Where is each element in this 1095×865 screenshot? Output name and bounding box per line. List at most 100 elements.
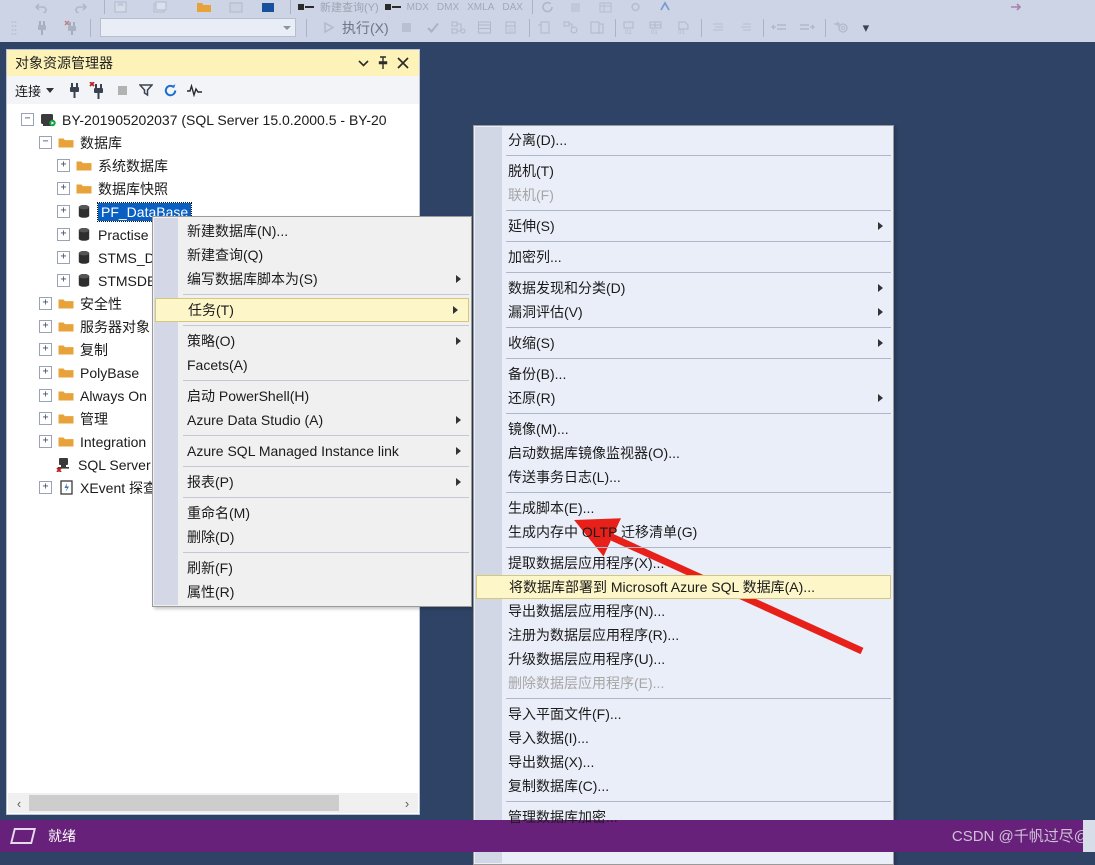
connect-plug-icon[interactable] [32,18,52,38]
drag-handle-icon[interactable] [4,18,24,38]
menu-item[interactable]: 复制数据库(C)... [474,774,893,798]
sql-blue-icon[interactable] [656,0,676,14]
menu-item-highlighted[interactable]: 将数据库部署到 Microsoft Azure SQL 数据库(A)... [476,575,891,599]
menu-item[interactable]: 提取数据层应用程序(X)... [474,551,893,575]
menu-item[interactable]: 新建查询(Q) [153,243,471,267]
menu-item[interactable]: 收缩(S) [474,331,893,355]
save-all-icon[interactable] [150,0,170,14]
disconnect-plug-icon[interactable] [86,79,110,101]
horizontal-scrollbar[interactable]: ‹ › [8,793,418,813]
tree-node[interactable]: − 数据库 [7,131,419,154]
menu-item[interactable]: 升级数据层应用程序(U)... [474,647,893,671]
menu-item[interactable]: 刷新(F) [153,556,471,580]
menu-item[interactable]: 漏洞评估(V) [474,300,893,324]
menu-item[interactable]: 属性(R) [153,580,471,604]
results-text-icon[interactable] [501,18,521,38]
connect-button-label[interactable]: 连接 [15,81,41,100]
pin-icon[interactable] [373,53,393,73]
chevron-down-icon[interactable] [353,53,373,73]
results-doc-icon[interactable]: 01 [673,18,693,38]
activity-monitor-icon[interactable] [182,79,206,101]
menu-item[interactable]: 导出数据(X)... [474,750,893,774]
help-icon[interactable] [1006,0,1026,14]
window-icon[interactable] [226,0,246,14]
menu-item[interactable]: 生成脚本(E)... [474,496,893,520]
connect-plug-icon[interactable] [62,79,86,101]
include-client-stats-icon[interactable] [561,18,581,38]
expand-expander-icon[interactable]: + [39,389,52,402]
database-combo[interactable] [100,18,296,37]
menu-item[interactable]: 还原(R) [474,386,893,410]
execute-icon[interactable] [318,18,338,38]
menu-item[interactable]: Facets(A) [153,353,471,377]
menu-item[interactable]: 生成内存中 OLTP 迁移清单(G) [474,520,893,544]
refresh-icon[interactable] [158,79,182,101]
database-context-menu[interactable]: 新建数据库(N)... 新建查询(Q) 编写数据库脚本为(S) 任务(T) 策略(O) F… [152,216,472,607]
menu-item[interactable]: 镜像(M)... [474,417,893,441]
expand-expander-icon[interactable]: + [39,435,52,448]
stop-icon[interactable] [110,79,134,101]
tree-node[interactable]: + 系统数据库 [7,154,419,177]
save-icon[interactable] [110,0,130,14]
menu-item[interactable]: 策略(O) [153,329,471,353]
open-folder-icon[interactable] [194,0,214,14]
menu-item[interactable]: 启动 PowerShell(H) [153,384,471,408]
scrollbar-thumb[interactable] [29,795,339,811]
menu-item[interactable]: 编写数据库脚本为(S) [153,267,471,291]
results-grid-icon[interactable] [475,18,495,38]
properties-icon[interactable] [626,0,646,14]
scroll-right-arrow-icon[interactable]: › [396,793,418,813]
stop-toolbar-icon[interactable] [566,0,586,14]
display-estimated-plan-icon[interactable] [449,18,469,38]
results-to-file-icon[interactable] [535,18,555,38]
menu-item-highlighted[interactable]: 任务(T) [155,298,469,322]
tree-node[interactable]: + 数据库快照 [7,177,419,200]
menu-item[interactable]: Azure Data Studio (A) [153,408,471,432]
search-box-icon[interactable] [726,0,746,14]
expand-expander-icon[interactable]: + [57,274,70,287]
uncomment-lines-icon[interactable] [797,18,817,38]
expand-expander-icon[interactable]: + [57,251,70,264]
menu-item[interactable]: 报表(P) [153,470,471,494]
menu-item[interactable]: 延伸(S) [474,214,893,238]
chevron-down-icon[interactable] [46,87,55,93]
parse-check-icon[interactable] [423,18,443,38]
expand-expander-icon[interactable]: + [39,481,52,494]
collapse-expander-icon[interactable]: − [21,113,34,126]
menu-item[interactable]: 分离(D)... [474,128,893,152]
menu-item[interactable]: 注册为数据层应用程序(R)... [474,623,893,647]
mdx-query-icon[interactable] [383,0,403,14]
menu-item[interactable]: Azure SQL Managed Instance link [153,439,471,463]
scrollbar-track[interactable] [339,795,396,811]
menu-item[interactable]: 导出数据层应用程序(N)... [474,599,893,623]
menu-item[interactable]: 加密列... [474,245,893,269]
menu-item[interactable]: 管理数据库加密... [474,805,893,829]
comment-lines-icon[interactable] [769,18,789,38]
expand-expander-icon[interactable]: + [39,297,52,310]
close-icon[interactable] [393,53,413,73]
undo-icon[interactable] [32,0,52,14]
decrease-indent-icon[interactable] [735,18,755,38]
expand-expander-icon[interactable]: + [57,182,70,195]
expand-expander-icon[interactable]: + [39,412,52,425]
expand-expander-icon[interactable]: + [39,320,52,333]
expand-expander-icon[interactable]: + [57,159,70,172]
menu-item[interactable]: 备份(B)... [474,362,893,386]
scroll-left-arrow-icon[interactable]: ‹ [8,793,30,813]
menu-item[interactable]: 导入平面文件(F)... [474,702,893,726]
menu-item[interactable]: 数据发现和分类(D) [474,276,893,300]
menu-item[interactable]: 导入数据(I)... [474,726,893,750]
redo-icon[interactable] [70,0,90,14]
tree-node[interactable]: − BY-201905202037 (SQL Server 15.0.2000.5… [7,108,419,131]
database-server-icon[interactable] [587,18,607,38]
expand-expander-icon[interactable]: + [57,205,70,218]
menu-item[interactable]: 重命名(M) [153,501,471,525]
stop-icon[interactable] [397,18,417,38]
disconnect-plug-icon[interactable] [62,18,82,38]
menu-item[interactable]: 删除(D) [153,525,471,549]
expand-expander-icon[interactable]: + [39,366,52,379]
expand-expander-icon[interactable]: + [57,228,70,241]
menu-item[interactable]: 脱机(T) [474,159,893,183]
specify-values-icon[interactable]: 01 [621,18,641,38]
refresh-icon[interactable] [538,0,558,14]
